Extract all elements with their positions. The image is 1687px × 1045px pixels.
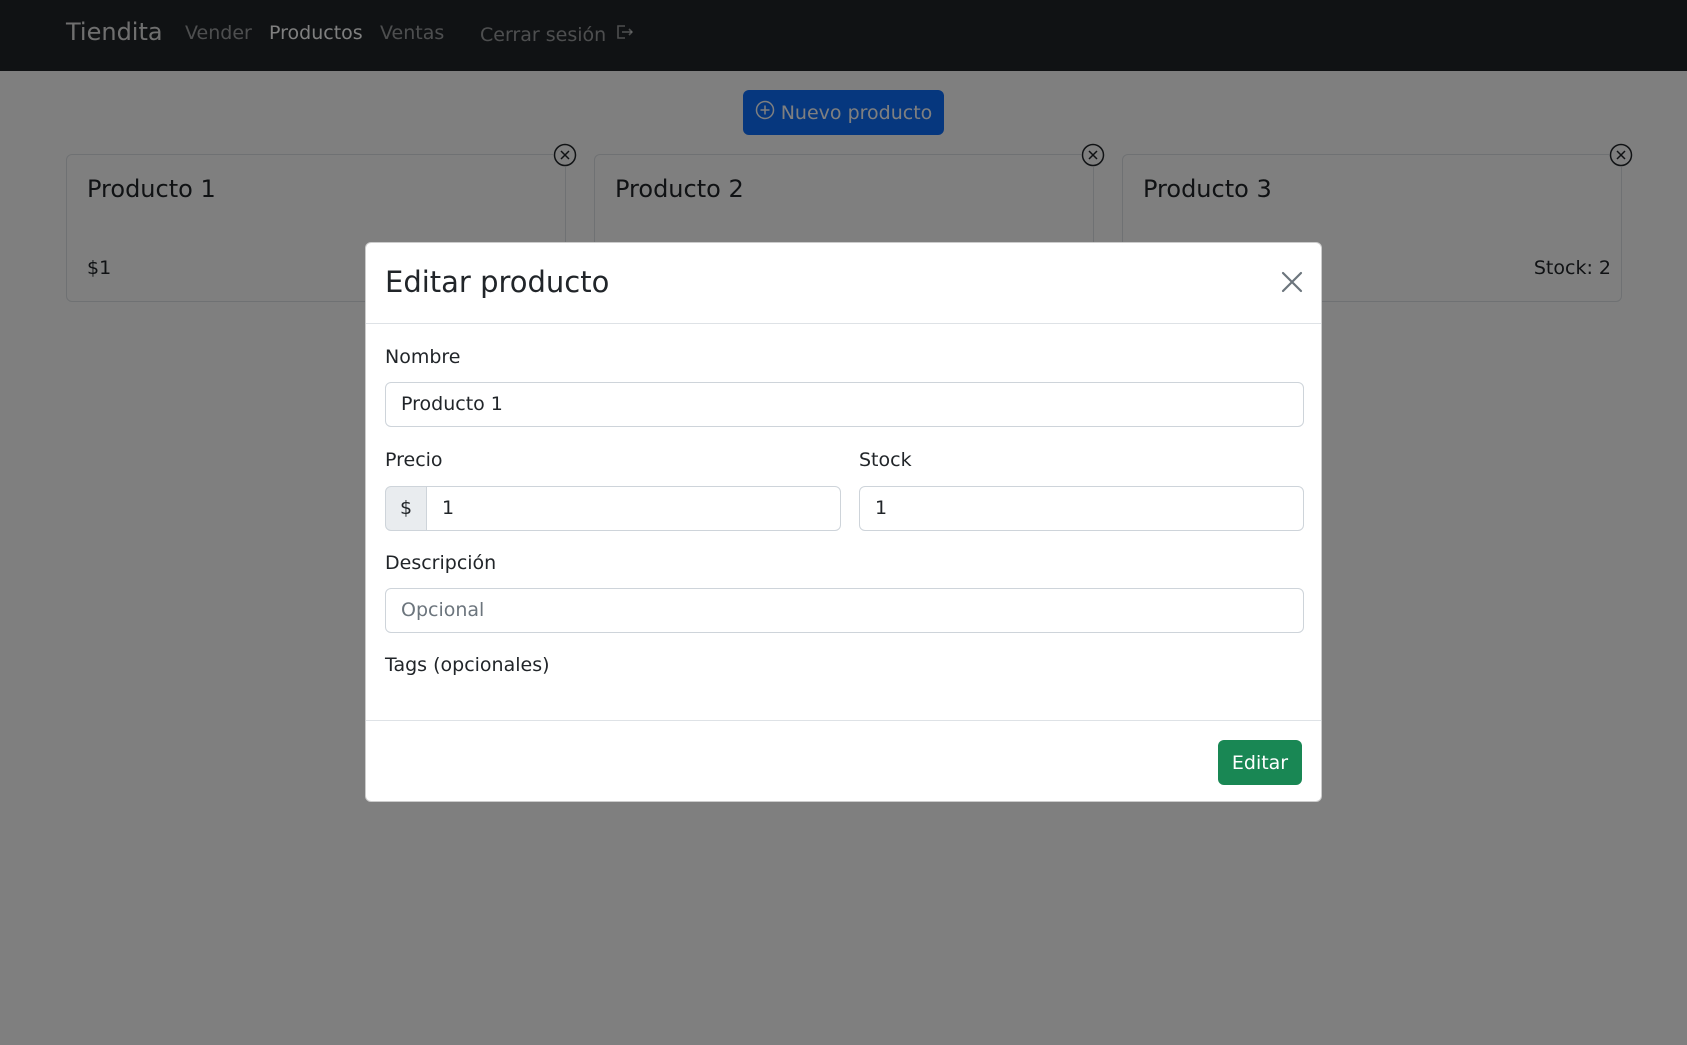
name-input[interactable]: Producto 1	[385, 382, 1304, 427]
price-label: Precio	[385, 449, 443, 471]
close-icon[interactable]	[1279, 269, 1305, 295]
modal-header: Editar producto	[366, 243, 1321, 324]
description-input[interactable]: Opcional	[385, 588, 1304, 633]
stock-input[interactable]: 1	[859, 486, 1304, 531]
edit-submit-button[interactable]: Editar	[1218, 740, 1302, 785]
price-prefix: $	[385, 486, 427, 531]
description-label: Descripción	[385, 552, 497, 574]
edit-product-modal: Editar producto Nombre Producto 1 Precio…	[365, 242, 1322, 802]
name-label: Nombre	[385, 346, 461, 368]
modal-title: Editar producto	[385, 265, 610, 299]
modal-footer: Editar	[366, 720, 1321, 803]
stock-label: Stock	[859, 449, 912, 471]
price-input[interactable]: 1	[426, 486, 841, 531]
tags-label: Tags (opcionales)	[385, 654, 550, 676]
